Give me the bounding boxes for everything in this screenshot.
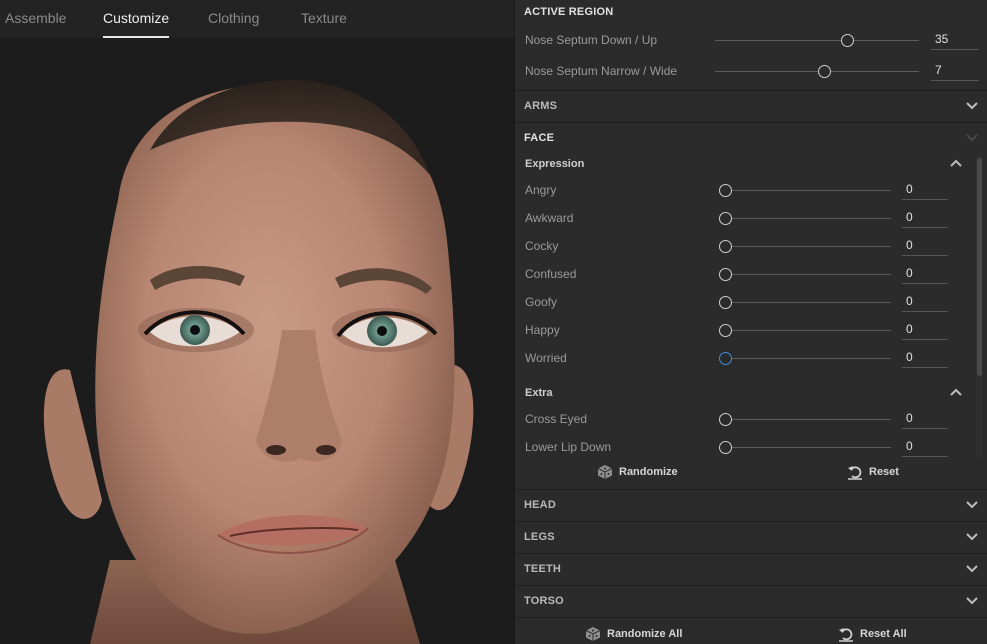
face-scrollbar-thumb[interactable]	[977, 158, 982, 376]
slider-row: Angry 0	[515, 178, 987, 204]
chevron-down-icon[interactable]	[965, 101, 979, 111]
slider-label: Cross Eyed	[525, 412, 588, 426]
slider-row: Happy 0	[515, 318, 987, 344]
slider-knob[interactable]	[719, 352, 732, 365]
slider-knob[interactable]	[841, 34, 854, 47]
randomize-face-button[interactable]: Randomize	[597, 464, 678, 480]
slider-row-nose-septum-narrow-wide: Nose Septum Narrow / Wide 7	[515, 59, 987, 85]
divider	[515, 585, 987, 586]
customize-panel: ACTIVE REGION Nose Septum Down / Up 35 N…	[514, 0, 987, 644]
3d-viewport[interactable]: Assemble Customize Clothing Texture	[0, 0, 514, 644]
slider-label: Worried	[525, 351, 567, 365]
reset-label: Reset	[869, 466, 899, 478]
value-input[interactable]: 0	[902, 234, 948, 256]
chevron-down-icon[interactable]	[965, 532, 979, 542]
slider-track[interactable]	[725, 218, 891, 219]
slider-track[interactable]	[725, 358, 891, 359]
tab-clothing[interactable]: Clothing	[208, 10, 259, 26]
slider-track[interactable]	[725, 419, 891, 420]
slider-knob[interactable]	[719, 240, 732, 253]
value-input[interactable]: 0	[902, 262, 948, 284]
slider-label: Lower Lip Down	[525, 440, 612, 454]
slider-track[interactable]	[725, 190, 891, 191]
slider-track[interactable]	[725, 447, 891, 448]
reset-all-label: Reset All	[860, 628, 907, 640]
chevron-down-icon[interactable]	[965, 133, 979, 143]
section-face-title[interactable]: FACE	[524, 132, 554, 144]
expression-group-title[interactable]: Expression	[525, 158, 584, 170]
section-head-title[interactable]: HEAD	[524, 499, 556, 511]
extra-group-title[interactable]: Extra	[525, 387, 553, 399]
reset-face-button[interactable]: Reset	[847, 464, 899, 480]
tab-assemble[interactable]: Assemble	[5, 10, 66, 26]
slider-track[interactable]	[725, 274, 891, 275]
character-model-render[interactable]	[0, 38, 514, 644]
active-region-title: ACTIVE REGION	[524, 6, 614, 18]
reset-all-button[interactable]: Reset All	[838, 626, 907, 642]
slider-track[interactable]	[725, 330, 891, 331]
randomize-all-button[interactable]: Randomize All	[585, 626, 682, 642]
slider-knob[interactable]	[719, 324, 732, 337]
slider-label: Awkward	[525, 211, 574, 225]
section-arms-title[interactable]: ARMS	[524, 100, 557, 112]
slider-label: Angry	[525, 183, 557, 197]
tab-texture[interactable]: Texture	[301, 10, 347, 26]
randomize-label: Randomize	[619, 466, 678, 478]
slider-knob[interactable]	[719, 296, 732, 309]
slider-row: Confused 0	[515, 262, 987, 288]
slider-knob[interactable]	[719, 268, 732, 281]
value-input[interactable]: 0	[902, 346, 948, 368]
section-legs-title[interactable]: LEGS	[524, 531, 555, 543]
divider	[515, 90, 987, 91]
slider-knob[interactable]	[719, 441, 732, 454]
slider-track[interactable]	[715, 40, 919, 41]
slider-track[interactable]	[725, 246, 891, 247]
chevron-up-icon[interactable]	[949, 387, 963, 397]
slider-label: Happy	[525, 323, 560, 337]
section-torso-title[interactable]: TORSO	[524, 595, 564, 607]
value-input[interactable]: 0	[902, 178, 948, 200]
value-input[interactable]: 0	[902, 318, 948, 340]
randomize-all-label: Randomize All	[607, 628, 683, 640]
undo-icon	[848, 466, 862, 480]
chevron-down-icon[interactable]	[965, 564, 979, 574]
dice-icon	[585, 627, 601, 641]
slider-knob[interactable]	[719, 413, 732, 426]
divider	[515, 489, 987, 490]
slider-label: Nose Septum Narrow / Wide	[525, 64, 678, 78]
slider-track[interactable]	[725, 302, 891, 303]
slider-row: Cross Eyed 0	[515, 407, 987, 433]
slider-row: Cocky 0	[515, 234, 987, 260]
value-input[interactable]: 0	[902, 407, 948, 429]
slider-label: Confused	[525, 267, 577, 281]
slider-row: Lower Lip Down 0	[515, 435, 987, 461]
divider	[515, 122, 987, 123]
undo-icon	[839, 628, 853, 642]
slider-label: Nose Septum Down / Up	[525, 33, 658, 47]
chevron-down-icon[interactable]	[965, 596, 979, 606]
slider-row: Awkward 0	[515, 206, 987, 232]
chevron-down-icon[interactable]	[965, 500, 979, 510]
tab-customize[interactable]: Customize	[103, 10, 170, 38]
value-input[interactable]: 7	[931, 59, 979, 81]
chevron-up-icon[interactable]	[949, 158, 963, 168]
value-input[interactable]: 0	[902, 435, 948, 457]
slider-row: Worried 0	[515, 346, 987, 372]
value-input[interactable]: 35	[931, 28, 979, 50]
slider-row-nose-septum-down-up: Nose Septum Down / Up 35	[515, 28, 987, 54]
slider-knob[interactable]	[719, 184, 732, 197]
section-teeth-title[interactable]: TEETH	[524, 563, 561, 575]
slider-label: Cocky	[525, 239, 559, 253]
slider-row: Goofy 0	[515, 290, 987, 316]
divider	[515, 617, 987, 618]
slider-knob[interactable]	[817, 65, 831, 78]
value-input[interactable]: 0	[902, 206, 948, 228]
value-input[interactable]: 0	[902, 290, 948, 312]
mode-tab-bar: Assemble Customize Clothing Texture	[0, 0, 514, 38]
slider-knob[interactable]	[719, 212, 732, 225]
divider	[515, 521, 987, 522]
slider-label: Goofy	[525, 295, 558, 309]
divider	[515, 553, 987, 554]
dice-icon	[597, 465, 613, 479]
